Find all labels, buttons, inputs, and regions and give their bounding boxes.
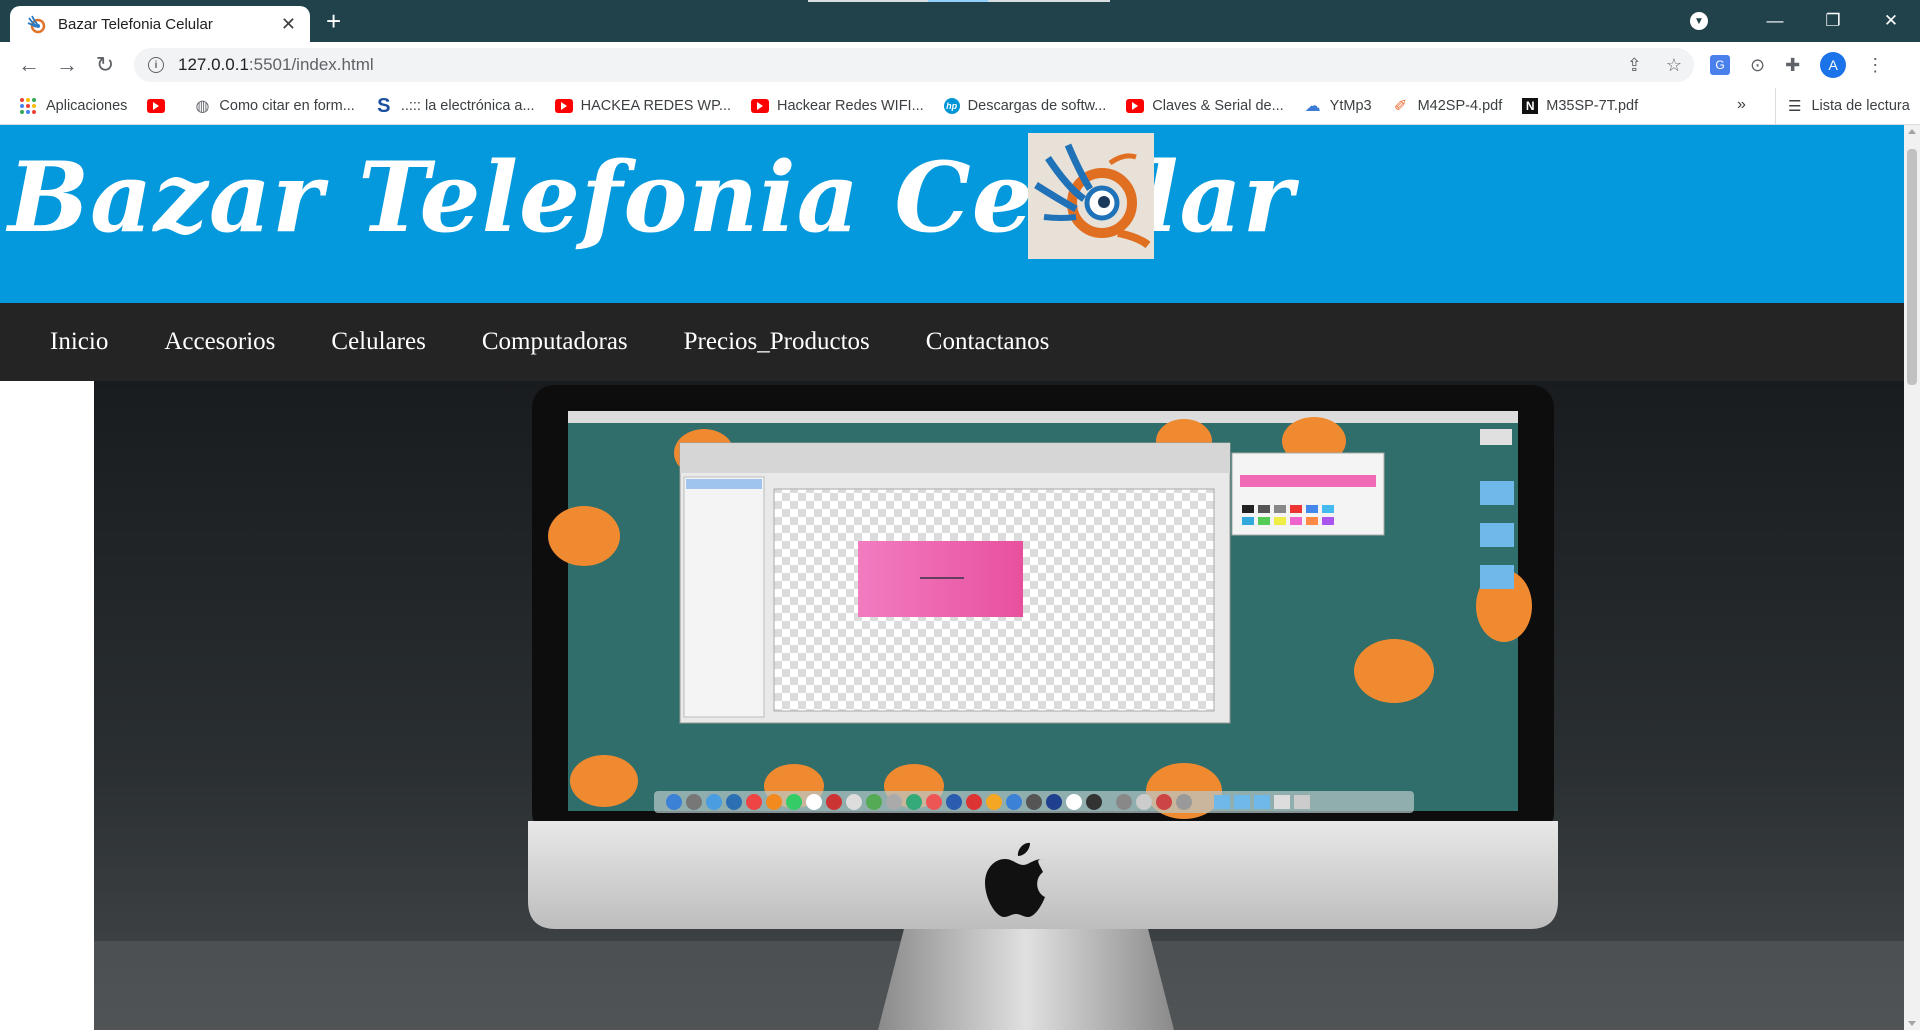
url-path: :5501/index.html (248, 55, 374, 74)
reading-list-icon: ☰ (1788, 98, 1802, 115)
bookmark-label: Claves & Serial de... (1152, 98, 1284, 114)
site-logo (1028, 133, 1154, 259)
kebab-menu-icon[interactable]: ⋮ (1866, 55, 1884, 76)
bookmark-label: Como citar en form... (219, 98, 355, 114)
scroll-down-arrow-icon[interactable] (1908, 1021, 1916, 1026)
youtube-icon (554, 99, 573, 113)
hero-image (94, 381, 1904, 1030)
bookmark-label: Hackear Redes WIFI... (777, 98, 924, 114)
nav-link-celulares[interactable]: Celulares (331, 328, 425, 356)
more-bookmarks-icon[interactable]: » (1737, 96, 1746, 114)
translate-extension-icon[interactable]: G (1710, 55, 1730, 75)
nav-link-inicio[interactable]: Inicio (50, 328, 108, 356)
url-host: 127.0.0.1 (178, 55, 249, 74)
s-logo-icon: S (377, 94, 391, 117)
forward-arrow-icon[interactable]: → (48, 52, 86, 78)
pdf-icon: ✐ (1393, 98, 1408, 115)
reading-list-label: Lista de lectura (1811, 98, 1910, 114)
bookmark-label: YtMp3 (1329, 98, 1372, 114)
n-logo-icon: N (1522, 98, 1539, 114)
bookmark-label: ..::: la electrónica a... (400, 98, 535, 114)
cloud-download-icon: ☁ (1304, 98, 1321, 115)
close-window-icon[interactable]: ✕ (1862, 11, 1920, 31)
close-tab-icon[interactable]: ✕ (281, 14, 296, 35)
scroll-thumb[interactable] (1907, 149, 1917, 385)
bookmark-citar[interactable]: ◍ Como citar en form... (193, 98, 355, 115)
tab-search-icon[interactable]: ▼ (1690, 12, 1708, 30)
youtube-icon (147, 99, 166, 113)
omnibox-actions: ⇪ ☆ (1627, 48, 1682, 82)
reading-list-button[interactable]: ☰ Lista de lectura (1775, 88, 1910, 124)
youtube-icon (1126, 99, 1145, 113)
globe-icon: ◍ (195, 98, 210, 115)
window-controls: ▼ — ❐ ✕ (1690, 0, 1920, 42)
nav-link-computadoras[interactable]: Computadoras (482, 328, 628, 356)
bookmark-label: Descargas de softw... (967, 98, 1107, 114)
bookmark-ytmp3[interactable]: ☁ YtMp3 (1304, 98, 1372, 115)
url-text: 127.0.0.1:5501/index.html (178, 55, 374, 75)
new-tab-icon[interactable]: + (326, 6, 341, 37)
bookmark-claves[interactable]: Claves & Serial de... (1126, 98, 1284, 114)
browser-toolbar: ← → ↻ i 127.0.0.1:5501/index.html ⇪ ☆ G … (0, 42, 1920, 88)
puzzle-extensions-icon[interactable]: ✚ (1785, 55, 1800, 76)
bookmark-apps[interactable]: Aplicaciones (20, 98, 127, 114)
nav-link-accesorios[interactable]: Accesorios (164, 328, 275, 356)
page-viewport: Bazar Telefonia Celular Inicio Accesorio… (0, 125, 1904, 1030)
back-arrow-icon[interactable]: ← (10, 52, 48, 78)
hp-icon: hp (943, 98, 960, 114)
bookmark-label: M35SP-7T.pdf (1546, 98, 1639, 114)
reload-icon[interactable]: ↻ (86, 52, 124, 78)
bookmark-hackea-redes[interactable]: HACKEA REDES WP... (554, 98, 732, 114)
bookmark-star-icon[interactable]: ☆ (1666, 55, 1682, 76)
share-icon[interactable]: ⇪ (1627, 55, 1642, 76)
apps-grid-icon (20, 98, 36, 114)
profile-avatar[interactable]: A (1820, 52, 1847, 78)
site-header: Bazar Telefonia Celular (0, 125, 1904, 303)
tab-title: Bazar Telefonia Celular (58, 15, 213, 33)
browser-tab[interactable]: Bazar Telefonia Celular ✕ (10, 6, 310, 42)
bookmark-label: M42SP-4.pdf (1417, 98, 1503, 114)
vertical-scrollbar[interactable] (1904, 125, 1920, 1030)
extensions-area: G ⊙ ✚ A ⋮ (1710, 52, 1884, 78)
bookmark-m42sp[interactable]: ✐ M42SP-4.pdf (1392, 98, 1503, 115)
site-favicon-icon (27, 15, 46, 34)
mouse-extension-icon[interactable]: ⊙ (1750, 55, 1765, 76)
bookmark-hackear-wifi[interactable]: Hackear Redes WIFI... (751, 98, 924, 114)
site-info-icon[interactable]: i (148, 57, 164, 73)
site-navigation: Inicio Accesorios Celulares Computadoras… (0, 303, 1904, 381)
bookmarks-bar: Aplicaciones ◍ Como citar en form... S .… (0, 88, 1920, 125)
bookmark-youtube[interactable] (147, 99, 173, 113)
bookmark-descargas[interactable]: hp Descargas de softw... (943, 98, 1107, 114)
minimize-icon[interactable]: — (1746, 11, 1804, 31)
bookmark-electronica[interactable]: S ..::: la electrónica a... (375, 94, 535, 117)
bookmark-label: Aplicaciones (46, 98, 128, 114)
bookmark-m35sp[interactable]: N M35SP-7T.pdf (1522, 98, 1638, 114)
bookmark-label: HACKEA REDES WP... (580, 98, 732, 114)
browser-titlebar: Bazar Telefonia Celular ✕ + ▼ — ❐ ✕ (0, 0, 1920, 42)
imac-photo (94, 381, 1904, 1030)
youtube-icon (751, 99, 770, 113)
loading-indicator (928, 0, 988, 2)
nav-link-contactanos[interactable]: Contactanos (926, 328, 1050, 356)
scroll-up-arrow-icon[interactable] (1908, 129, 1916, 134)
address-bar[interactable]: i 127.0.0.1:5501/index.html ⇪ ☆ (134, 48, 1694, 82)
restore-icon[interactable]: ❐ (1804, 11, 1862, 31)
nav-link-precios-productos[interactable]: Precios_Productos (684, 328, 870, 356)
